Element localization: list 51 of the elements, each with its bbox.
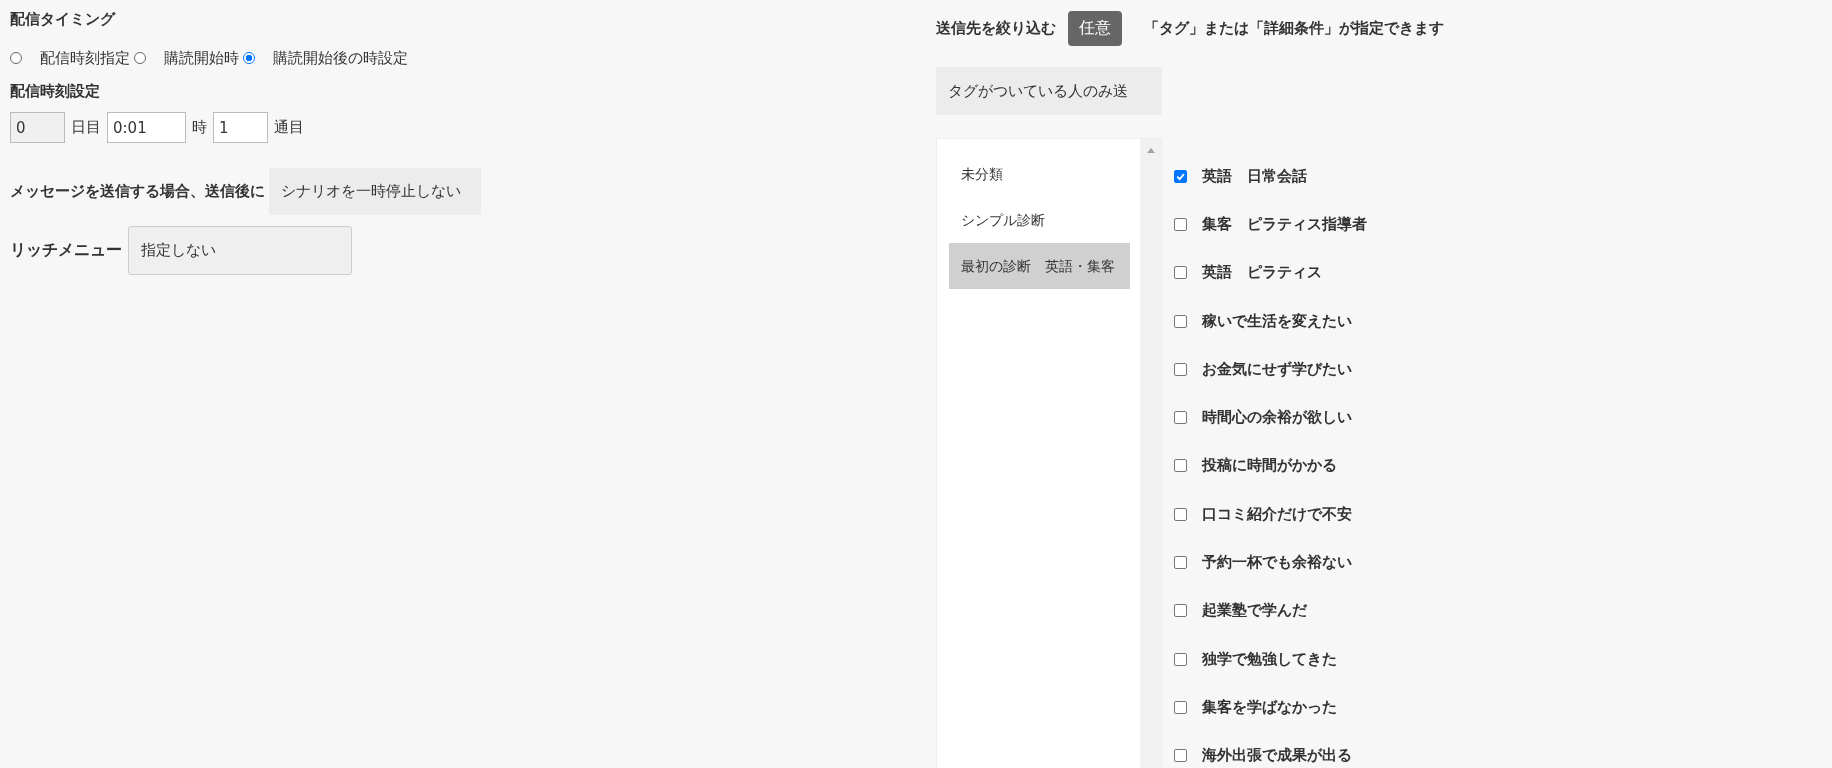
checkbox[interactable] <box>1174 700 1187 714</box>
optional-badge: 任意 <box>1068 10 1122 46</box>
checkbox-label[interactable]: 起業塾で学んだ <box>1202 601 1307 621</box>
unit-label: 時 <box>192 118 207 137</box>
radio-button[interactable] <box>243 52 255 64</box>
field-label: メッセージを送信する場合、送信後に <box>10 182 265 201</box>
filter-mode-select[interactable]: タグがついている人のみ送 <box>936 67 1162 115</box>
radio-label[interactable]: 購読開始後の時設定 <box>273 48 408 68</box>
checkbox-label[interactable]: 予約一杯でも余裕ない <box>1202 553 1352 572</box>
checkbox-label[interactable]: お金気にせず学びたい <box>1202 359 1352 379</box>
radio-button[interactable] <box>134 52 146 64</box>
category-item[interactable]: 未分類 <box>949 151 1130 197</box>
radio-button[interactable] <box>10 52 22 64</box>
checkbox-label[interactable]: 海外出張で成果が出る <box>1202 746 1352 766</box>
checkbox[interactable] <box>1174 652 1187 666</box>
checkbox[interactable] <box>1174 749 1187 763</box>
checkbox[interactable] <box>1174 266 1187 280</box>
checkbox-label[interactable]: 口コミ紹介だけで不安 <box>1202 504 1352 524</box>
hint-text: 「タグ」または「詳細条件」が指定できます <box>1144 18 1444 38</box>
rich-menu-select[interactable]: 指定しない <box>128 226 352 275</box>
checkbox-label[interactable]: 英語 ピラティス <box>1202 263 1322 283</box>
unit-label: 通目 <box>274 118 304 137</box>
section-title: 配信タイミング <box>10 10 117 30</box>
scrollbar[interactable] <box>1140 139 1161 768</box>
checkbox[interactable] <box>1174 411 1187 425</box>
checkbox[interactable] <box>1174 217 1187 231</box>
field-label: リッチメニュー <box>10 240 122 261</box>
checkbox[interactable] <box>1174 604 1187 618</box>
checkbox-label[interactable]: 集客 ピラティス指導者 <box>1202 214 1367 234</box>
checkbox[interactable] <box>1174 507 1187 521</box>
section-title: 配信時刻設定 <box>10 82 101 102</box>
checkbox[interactable] <box>1174 169 1187 183</box>
checkbox[interactable] <box>1174 314 1187 328</box>
checkbox-label[interactable]: 集客を学ばなかった <box>1202 697 1337 717</box>
category-item[interactable]: シンプル診断 <box>949 197 1130 243</box>
count-input[interactable]: 1 <box>213 112 268 143</box>
checkbox-label[interactable]: 投稿に時間がかかる <box>1202 456 1337 476</box>
pause-select[interactable]: シナリオを一時停止しない <box>269 168 481 215</box>
checkbox[interactable] <box>1174 556 1187 569</box>
category-item[interactable]: 最初の診断 英語・集客 <box>949 243 1130 289</box>
unit-label: 日目 <box>71 118 101 137</box>
checkbox[interactable] <box>1174 459 1187 473</box>
checkbox-label[interactable]: 独学で勉強してきた <box>1202 649 1337 669</box>
time-input[interactable]: 0:01 <box>107 112 186 143</box>
checkbox-label[interactable]: 稼いで生活を変えたい <box>1202 311 1352 331</box>
checkbox-label[interactable]: 時間心の余裕が欲しい <box>1202 408 1352 428</box>
radio-label[interactable]: 購読開始時 <box>164 48 239 68</box>
section-title: 送信先を絞り込む <box>936 18 1056 38</box>
checkbox-label[interactable]: 英語 日常会話 <box>1202 166 1307 186</box>
radio-label[interactable]: 配信時刻指定 <box>40 48 130 68</box>
checkbox[interactable] <box>1174 362 1187 376</box>
